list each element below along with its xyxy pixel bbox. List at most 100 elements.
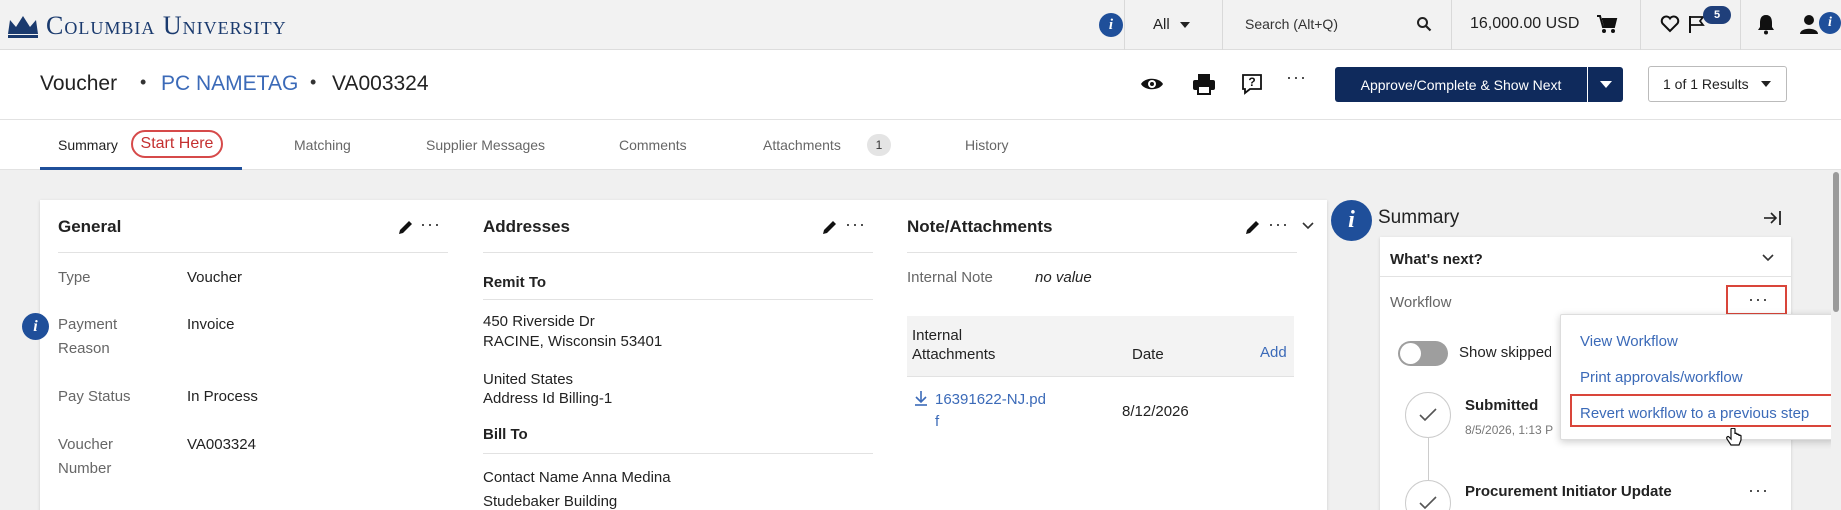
info-icon[interactable]: i <box>22 313 49 340</box>
remit-to-label: Remit To <box>483 274 547 291</box>
university-logo[interactable]: Columbia University <box>6 10 287 42</box>
pencil-icon[interactable] <box>821 219 838 236</box>
caret-down-icon <box>1179 22 1190 29</box>
attachment-file-link-line1[interactable]: 16391622-NJ.pd <box>935 390 1046 410</box>
bell-icon[interactable] <box>1756 13 1776 35</box>
pencil-icon[interactable] <box>397 219 414 236</box>
tab-bar: Summary Start Here Matching Supplier Mes… <box>0 120 1841 170</box>
remit-address-line1: 450 Riverside Dr <box>483 313 595 330</box>
divider <box>907 252 1297 253</box>
checkmark-icon <box>1419 496 1437 510</box>
step-submitted-title: Submitted <box>1465 397 1539 414</box>
voucher-number-label-line2: Number <box>58 460 112 477</box>
attachments-count-badge: 1 <box>867 134 891 156</box>
pencil-icon[interactable] <box>1244 219 1261 236</box>
svg-text:?: ? <box>1248 75 1255 89</box>
bill-address-line1: Contact Name Anna Medina <box>483 469 671 486</box>
divider <box>907 376 1294 377</box>
bill-to-label: Bill To <box>483 426 528 443</box>
checkmark-icon <box>1419 408 1437 422</box>
collapse-panel-icon[interactable] <box>1763 209 1783 227</box>
document-header: Voucher • PC NAMETAG • VA003324 ? ··· Ap… <box>0 50 1841 120</box>
more-icon[interactable]: ··· <box>420 214 441 235</box>
tab-attachments[interactable]: Attachments <box>763 137 841 153</box>
payment-reason-label-line2: Reason <box>58 340 110 357</box>
whats-next-title: What's next? <box>1390 251 1483 268</box>
search-icon[interactable] <box>1416 16 1432 32</box>
more-icon[interactable]: ··· <box>1268 214 1289 235</box>
remit-address-line3: United States <box>483 371 574 388</box>
logo-text: Columbia University <box>46 11 287 40</box>
tab-matching[interactable]: Matching <box>294 137 351 153</box>
eye-icon[interactable] <box>1140 72 1164 96</box>
results-label: 1 of 1 Results <box>1663 76 1749 92</box>
toggle-knob <box>1400 343 1421 364</box>
info-icon[interactable]: i <box>1099 13 1123 37</box>
chevron-down-icon[interactable] <box>1302 222 1314 230</box>
menu-item-view-workflow[interactable]: View Workflow <box>1580 333 1678 350</box>
payment-reason-label-line1: Payment <box>58 316 118 333</box>
results-dropdown[interactable]: 1 of 1 Results <box>1648 66 1787 102</box>
tab-comments[interactable]: Comments <box>619 137 687 153</box>
heart-icon[interactable] <box>1660 14 1680 34</box>
step-complete-circle <box>1405 392 1451 438</box>
hand-cursor-icon <box>1726 428 1742 446</box>
approve-complete-button[interactable]: Approve/Complete & Show Next <box>1335 67 1587 102</box>
divider <box>1640 0 1641 50</box>
workflow-label: Workflow <box>1390 294 1452 311</box>
user-icon[interactable] <box>1798 13 1820 35</box>
divider <box>1222 0 1223 50</box>
tab-supplier-messages[interactable]: Supplier Messages <box>426 137 545 153</box>
general-section-title: General <box>58 217 122 236</box>
menu-item-print-approvals[interactable]: Print approvals/workflow <box>1580 369 1743 386</box>
cart-icon[interactable] <box>1596 13 1618 35</box>
divider <box>483 252 873 253</box>
download-icon[interactable] <box>914 390 928 406</box>
more-icon[interactable]: ··· <box>845 214 866 235</box>
crown-icon <box>8 16 38 38</box>
pay-status-label: Pay Status <box>58 388 131 405</box>
tab-history[interactable]: History <box>965 137 1009 153</box>
divider <box>1124 0 1125 50</box>
add-attachment-link[interactable]: Add <box>1260 343 1287 363</box>
pay-status-value: In Process <box>187 388 258 405</box>
divider <box>1740 0 1741 50</box>
print-icon[interactable] <box>1192 72 1216 96</box>
search-scope-label: All <box>1153 16 1170 33</box>
scrollbar-thumb[interactable] <box>1833 172 1839 312</box>
info-icon[interactable]: i <box>1819 12 1841 34</box>
breadcrumb-supplier-link[interactable]: PC NAMETAG <box>161 72 298 96</box>
cart-total[interactable]: 16,000.00 USD <box>1470 15 1579 33</box>
attachment-file-link-line2[interactable]: f <box>935 412 939 432</box>
help-icon[interactable]: ? <box>1240 72 1264 96</box>
divider <box>483 299 873 300</box>
chevron-down-icon[interactable] <box>1762 254 1774 262</box>
step-submitted-time: 8/5/2026, 1:13 P <box>1465 423 1554 437</box>
show-skipped-toggle[interactable] <box>1398 341 1448 366</box>
step-more-icon[interactable]: ··· <box>1748 480 1769 501</box>
approve-options-dropdown[interactable] <box>1588 67 1623 102</box>
voucher-summary-card: General ··· Type Voucher Payment Reason … <box>40 200 1327 510</box>
tab-summary[interactable]: Summary <box>58 137 118 153</box>
caret-down-icon <box>1760 81 1771 87</box>
search-input[interactable]: Search (Alt+Q) <box>1245 16 1425 32</box>
divider <box>1451 0 1452 50</box>
start-here-badge[interactable]: Start Here <box>131 130 223 158</box>
summary-info-icon[interactable]: i <box>1331 200 1372 241</box>
vertical-scrollbar[interactable] <box>1831 170 1841 510</box>
highlight-box <box>1570 394 1835 427</box>
voucher-number-label-line1: Voucher <box>58 436 114 453</box>
note-attachments-section-title: Note/Attachments <box>907 217 1053 236</box>
type-value: Voucher <box>187 269 243 286</box>
active-tab-indicator <box>40 167 242 170</box>
divider <box>483 453 873 454</box>
payment-reason-value: Invoice <box>187 316 235 333</box>
top-navigation-bar: Columbia University i All Search (Alt+Q)… <box>0 0 1841 50</box>
notification-count-badge: 5 <box>1703 6 1731 24</box>
more-actions-icon[interactable]: ··· <box>1286 67 1307 88</box>
attachment-date: 8/12/2026 <box>1122 403 1189 420</box>
step-procurement-title: Procurement Initiator Update <box>1465 483 1672 500</box>
type-label: Type <box>58 269 91 286</box>
internal-note-label: Internal Note <box>907 269 993 286</box>
search-scope-dropdown[interactable]: All <box>1153 16 1190 33</box>
